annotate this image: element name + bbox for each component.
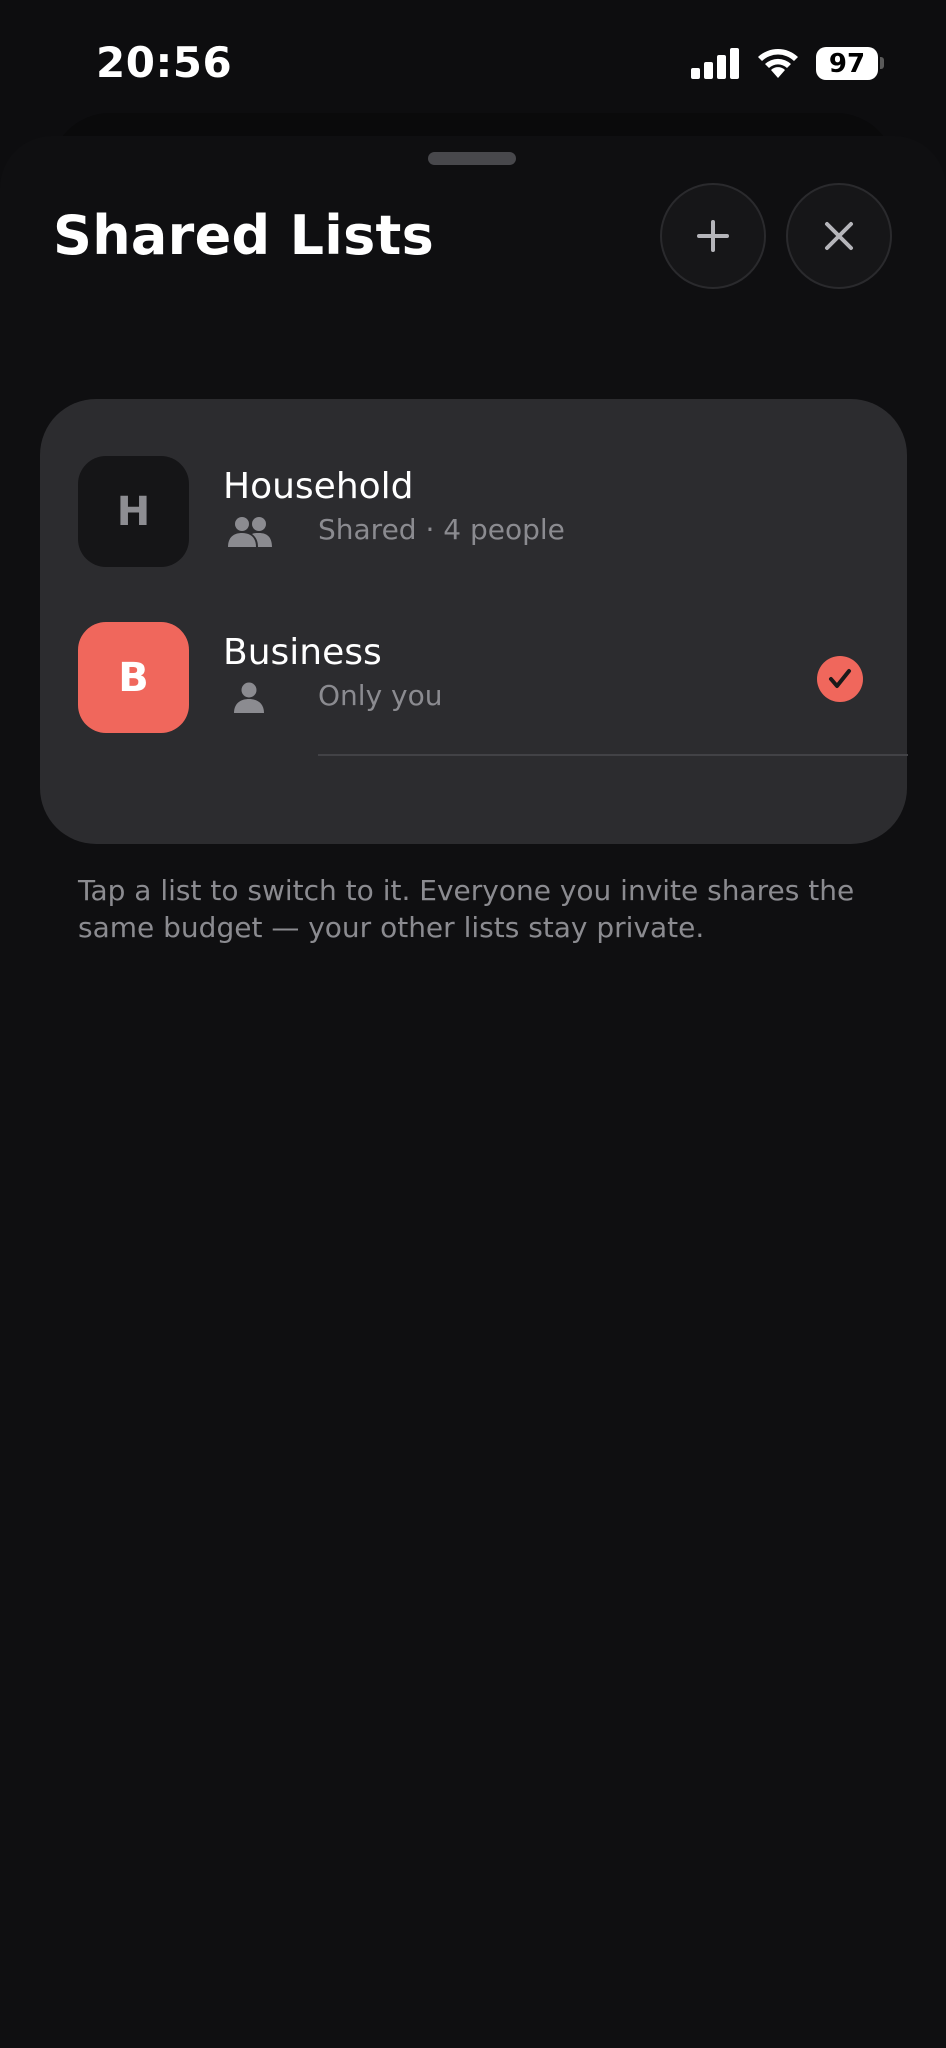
cellular-signal-icon	[691, 47, 741, 79]
list-avatar: H	[78, 456, 189, 567]
list-subtitle: Shared · 4 people	[318, 513, 565, 546]
shared-lists-sheet: Shared Lists H Household Shared · 4 peop…	[0, 136, 946, 2048]
list-name: Household	[223, 466, 414, 507]
sheet-grabber[interactable]	[428, 152, 516, 165]
close-button[interactable]	[786, 183, 892, 289]
help-text: Tap a list to switch to it. Everyone you…	[78, 874, 855, 944]
list-name: Business	[223, 632, 382, 673]
battery-cap	[880, 57, 884, 69]
status-bar: 20:56 97	[0, 0, 946, 115]
plus-icon	[697, 220, 729, 252]
close-icon	[825, 222, 853, 250]
people-icon	[228, 517, 272, 547]
list-subtitle: Only you	[318, 679, 443, 712]
list-item-household[interactable]: H Household Shared · 4 people	[40, 399, 907, 599]
sheet-title: Shared Lists	[53, 204, 435, 267]
list-item-business[interactable]: B Business Only you	[40, 622, 907, 822]
wifi-icon	[758, 49, 798, 78]
list-avatar: B	[78, 622, 189, 733]
person-icon	[234, 682, 264, 713]
lists-card: H Household Shared · 4 people B Business	[40, 399, 908, 844]
battery-indicator: 97	[816, 47, 878, 80]
screen: 20:56 97 Shared Lists H Household Shared…	[0, 0, 946, 2048]
selected-badge	[817, 656, 863, 702]
status-time: 20:56	[96, 38, 233, 87]
checkmark-icon	[829, 669, 851, 688]
add-list-button[interactable]	[660, 183, 766, 289]
